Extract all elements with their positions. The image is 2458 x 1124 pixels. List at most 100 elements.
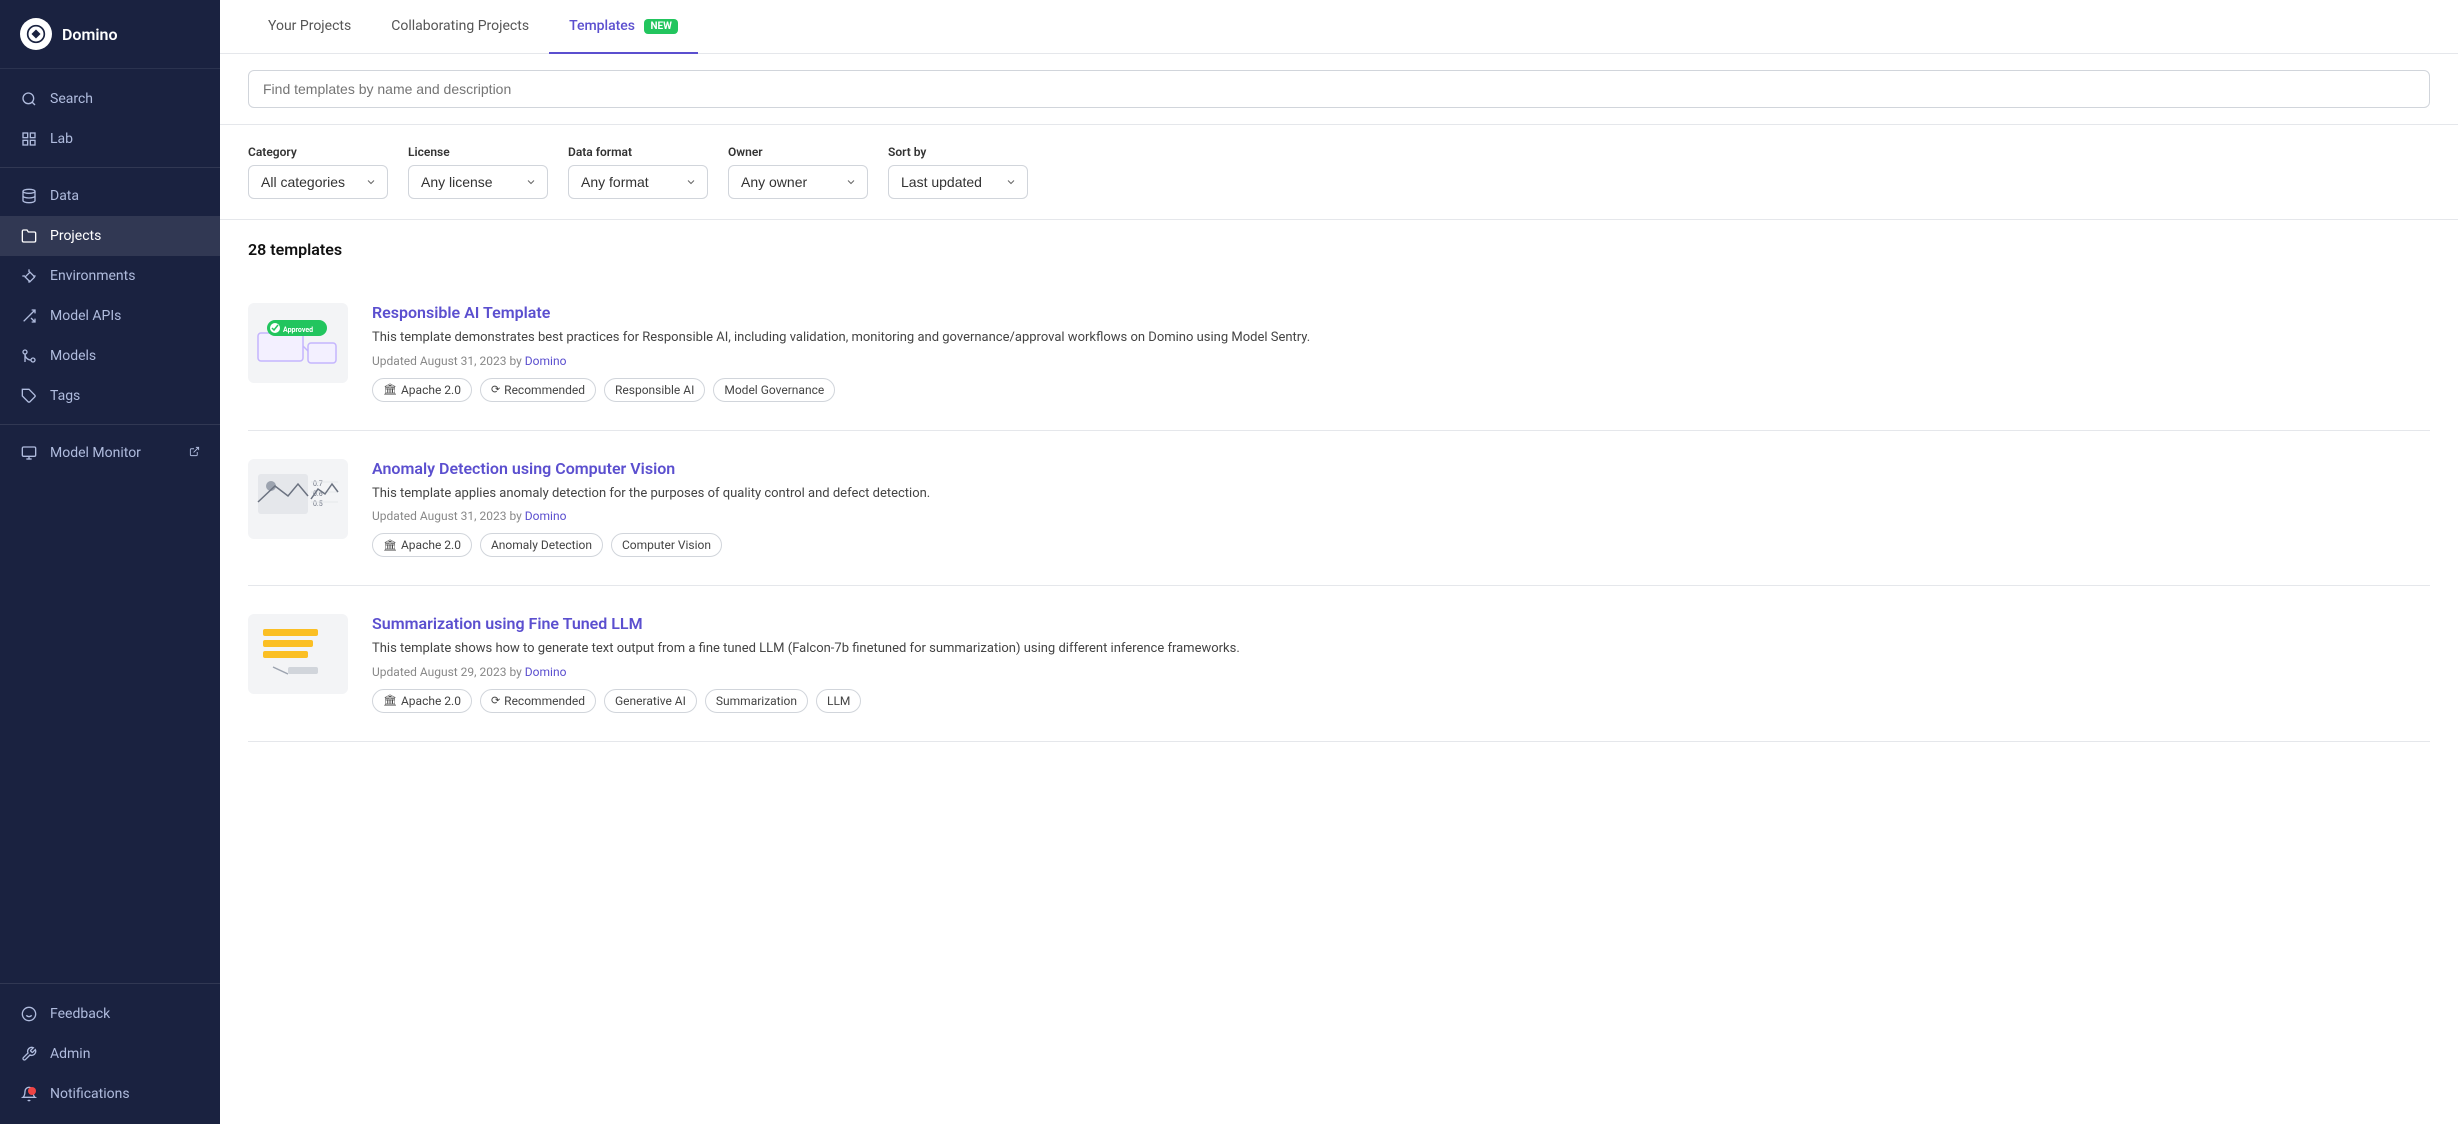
sidebar-item-data[interactable]: Data [0,176,220,216]
bank-icon-3: 🏛 [383,694,397,707]
template-item-summarization-llm: Summarization using Fine Tuned LLM This … [248,586,2430,742]
sidebar-divider [0,167,220,168]
sidebar-item-environments[interactable]: Environments [0,256,220,296]
template-title-anomaly-detection[interactable]: Anomaly Detection using Computer Vision [372,459,2430,478]
owner-label: Owner [728,145,868,159]
tag-generative-ai: Generative AI [604,689,697,713]
monitor-icon [20,444,38,462]
sidebar-item-projects[interactable]: Projects [0,216,220,256]
sidebar-item-label: Data [50,188,79,204]
sidebar-item-model-monitor[interactable]: Model Monitor [0,433,220,473]
sidebar: Domino Search Lab Data [0,0,220,1124]
license-label: License [408,145,548,159]
data-format-label: Data format [568,145,708,159]
sidebar-item-label: Projects [50,228,101,244]
sidebar-item-label: Model Monitor [50,445,141,461]
template-thumbnail-summarization [248,614,348,694]
bell-icon [20,1085,38,1103]
tag-responsible-ai: Responsible AI [604,378,705,402]
folder-icon [20,227,38,245]
grid-icon [20,130,38,148]
sidebar-item-label: Model APIs [50,308,121,324]
search-bar-container [220,54,2458,125]
templates-section: 28 templates Approved Responsible AI Tem… [220,220,2458,762]
template-updated-anomaly-detection: Updated August 31, 2023 by Domino [372,509,2430,523]
owner-select[interactable]: Any owner [728,165,868,199]
category-label: Category [248,145,388,159]
sort-by-filter-group: Sort by Last updated [888,145,1028,199]
category-filter-group: Category All categories [248,145,388,199]
tag-recommended-2: ⟳ Recommended [480,689,596,713]
template-item-anomaly-detection: 0.7 0.6 0.5 Anomaly Detection using Comp… [248,431,2430,587]
sidebar-item-label: Tags [50,388,80,404]
tab-collaborating-projects[interactable]: Collaborating Projects [371,0,549,54]
recommended-icon: ⟳ [491,383,500,396]
license-select[interactable]: Any license [408,165,548,199]
tag-summarization: Summarization [705,689,808,713]
tag-model-governance: Model Governance [713,378,835,402]
template-author-link-3[interactable]: Domino [525,665,567,679]
sidebar-item-search[interactable]: Search [0,79,220,119]
data-format-select[interactable]: Any format [568,165,708,199]
sidebar-item-admin[interactable]: Admin [0,1034,220,1074]
license-filter-group: License Any license [408,145,548,199]
tag-apache: 🏛 Apache 2.0 [372,378,472,402]
model-apis-icon [20,307,38,325]
logo-icon [20,18,52,50]
sidebar-item-label: Admin [50,1046,90,1062]
sidebar-item-tags[interactable]: Tags [0,376,220,416]
template-updated-responsible-ai: Updated August 31, 2023 by Domino [372,354,2430,368]
search-icon [20,90,38,108]
main-content: Your Projects Collaborating Projects Tem… [220,0,2458,1124]
filters-bar: Category All categories License Any lice… [220,125,2458,220]
template-desc-responsible-ai: This template demonstrates best practice… [372,328,2430,348]
box-icon [20,267,38,285]
svg-text:Approved: Approved [283,326,313,334]
template-item-responsible-ai: Approved Responsible AI Template This te… [248,275,2430,431]
sidebar-item-model-apis[interactable]: Model APIs [0,296,220,336]
sidebar-item-feedback[interactable]: Feedback [0,994,220,1034]
tag-apache-3: 🏛 Apache 2.0 [372,689,472,713]
logo-text: Domino [62,25,118,44]
category-select[interactable]: All categories [248,165,388,199]
external-icon [189,445,200,461]
sidebar-item-label: Feedback [50,1006,110,1022]
sidebar-nav: Search Lab Data Projects [0,69,220,983]
smile-icon [20,1005,38,1023]
sidebar-item-notifications[interactable]: Notifications [0,1074,220,1114]
models-icon [20,347,38,365]
tag-llm: LLM [816,689,861,713]
tab-your-projects[interactable]: Your Projects [248,0,371,54]
sort-by-select[interactable]: Last updated [888,165,1028,199]
template-tags-summarization: 🏛 Apache 2.0 ⟳ Recommended Generative AI… [372,689,2430,713]
template-info-summarization: Summarization using Fine Tuned LLM This … [372,614,2430,713]
sidebar-item-label: Notifications [50,1086,130,1102]
search-input[interactable] [248,70,2430,108]
template-author-link-2[interactable]: Domino [525,509,567,523]
owner-filter-group: Owner Any owner [728,145,868,199]
templates-count: 28 templates [248,240,2430,259]
bank-icon-2: 🏛 [383,539,397,552]
template-tags-responsible-ai: 🏛 Apache 2.0 ⟳ Recommended Responsible A… [372,378,2430,402]
recommended-icon-2: ⟳ [491,694,500,707]
sort-by-label: Sort by [888,145,1028,159]
template-author-link[interactable]: Domino [525,354,567,368]
template-title-summarization[interactable]: Summarization using Fine Tuned LLM [372,614,2430,633]
tag-anomaly: Anomaly Detection [480,533,603,557]
sidebar-divider-2 [0,424,220,425]
database-icon [20,187,38,205]
wrench-icon [20,1045,38,1063]
tab-templates[interactable]: Templates NEW [549,0,698,54]
template-desc-summarization: This template shows how to generate text… [372,639,2430,659]
template-desc-anomaly-detection: This template applies anomaly detection … [372,484,2430,504]
template-title-responsible-ai[interactable]: Responsible AI Template [372,303,2430,322]
data-format-filter-group: Data format Any format [568,145,708,199]
tabs-bar: Your Projects Collaborating Projects Tem… [220,0,2458,54]
sidebar-item-models[interactable]: Models [0,336,220,376]
sidebar-item-lab[interactable]: Lab [0,119,220,159]
svg-text:0.5: 0.5 [313,500,323,508]
template-thumbnail-responsible-ai: Approved [248,303,348,383]
templates-new-badge: NEW [644,19,677,34]
sidebar-logo[interactable]: Domino [0,0,220,69]
template-tags-anomaly-detection: 🏛 Apache 2.0 Anomaly Detection Computer … [372,533,2430,557]
